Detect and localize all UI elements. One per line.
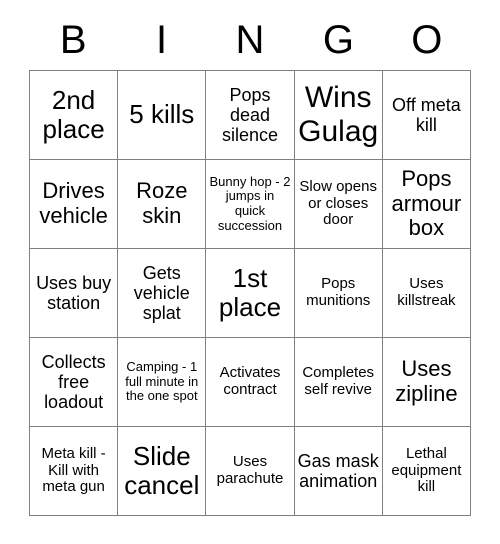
bingo-cell-label: 5 kills bbox=[129, 99, 195, 130]
bingo-header-row: B I N G O bbox=[29, 12, 471, 70]
bingo-cell-label: Bunny hop - 2 jumps in quick succession bbox=[209, 173, 291, 233]
bingo-cell-label: Uses buy station bbox=[36, 272, 112, 313]
bingo-cell-label: Pops armour box bbox=[391, 166, 462, 241]
bingo-cell-label: Gets vehicle splat bbox=[133, 262, 190, 324]
bingo-header-letter-b: B bbox=[59, 18, 87, 62]
bingo-header-letter-n: N bbox=[235, 18, 265, 62]
bingo-cell-label: 2nd place bbox=[42, 84, 105, 144]
bingo-cell-label: Pops dead silence bbox=[221, 84, 278, 146]
bingo-cell[interactable]: Pops armour box bbox=[382, 160, 471, 249]
bingo-cell-label: Uses killstreak bbox=[397, 275, 456, 309]
bingo-cell[interactable]: Activates contract bbox=[206, 338, 295, 427]
bingo-cell-label: Drives vehicle bbox=[39, 178, 108, 228]
bingo-card: B I N G O 2nd place 5 kills Pops dead si… bbox=[29, 12, 471, 516]
bingo-cell-label: Collects free loadout bbox=[41, 351, 106, 413]
bingo-cell-label: Meta kill - Kill with meta gun bbox=[41, 444, 106, 496]
bingo-cell[interactable]: Uses zipline bbox=[382, 338, 471, 427]
bingo-header-letter-i: I bbox=[156, 18, 168, 62]
bingo-cell[interactable]: Slow opens or closes door bbox=[294, 160, 383, 249]
bingo-cell-label: Off meta kill bbox=[392, 94, 461, 135]
bingo-cell[interactable]: Meta kill - Kill with meta gun bbox=[30, 427, 119, 516]
bingo-cell-label: Uses zipline bbox=[395, 356, 458, 406]
bingo-cell-label: Camping - 1 full minute in the one spot bbox=[125, 359, 199, 404]
bingo-cell[interactable]: Uses killstreak bbox=[382, 249, 471, 338]
bingo-cell[interactable]: Uses buy station bbox=[30, 249, 119, 338]
bingo-cell[interactable]: Slide cancel bbox=[118, 427, 207, 516]
bingo-cell[interactable]: Bunny hop - 2 jumps in quick succession bbox=[206, 160, 295, 249]
bingo-cell[interactable]: Lethal equipment kill bbox=[382, 427, 471, 516]
bingo-cell-label: Slide cancel bbox=[124, 440, 200, 500]
bingo-cell[interactable]: Completes self revive bbox=[294, 338, 383, 427]
bingo-cell[interactable]: Off meta kill bbox=[382, 71, 471, 160]
bingo-cell-label: Pops munitions bbox=[306, 275, 371, 309]
bingo-cell[interactable]: 5 kills bbox=[118, 71, 207, 160]
bingo-cell[interactable]: Camping - 1 full minute in the one spot bbox=[118, 338, 207, 427]
bingo-cell-label: Completes self revive bbox=[302, 364, 375, 398]
bingo-cell-label: Wins Gulag bbox=[298, 81, 379, 148]
bingo-cell-label: Roze skin bbox=[136, 178, 188, 228]
bingo-cell[interactable]: Wins Gulag bbox=[294, 71, 383, 160]
bingo-cell[interactable]: Pops dead silence bbox=[206, 71, 295, 160]
bingo-cell[interactable]: 1st place bbox=[206, 249, 295, 338]
bingo-cell-label: Lethal equipment kill bbox=[391, 444, 462, 496]
bingo-cell[interactable]: Collects free loadout bbox=[30, 338, 119, 427]
bingo-header-letter-g: G bbox=[322, 18, 354, 62]
bingo-grid: 2nd place 5 kills Pops dead silence Wins… bbox=[29, 70, 471, 516]
bingo-cell-label: Slow opens or closes door bbox=[299, 177, 377, 229]
bingo-cell[interactable]: Drives vehicle bbox=[30, 160, 119, 249]
bingo-cell[interactable]: Gets vehicle splat bbox=[118, 249, 207, 338]
bingo-cell-label: Activates contract bbox=[219, 364, 281, 398]
bingo-cell[interactable]: 2nd place bbox=[30, 71, 119, 160]
bingo-cell[interactable]: Pops munitions bbox=[294, 249, 383, 338]
bingo-header-letter-o: O bbox=[411, 18, 443, 62]
bingo-cell[interactable]: Roze skin bbox=[118, 160, 207, 249]
bingo-cell-label: Uses parachute bbox=[216, 453, 284, 487]
bingo-cell[interactable]: Gas mask animation bbox=[294, 427, 383, 516]
bingo-cell-label: Gas mask animation bbox=[297, 450, 379, 491]
bingo-cell[interactable]: Uses parachute bbox=[206, 427, 295, 516]
bingo-cell-label: 1st place bbox=[218, 262, 282, 322]
